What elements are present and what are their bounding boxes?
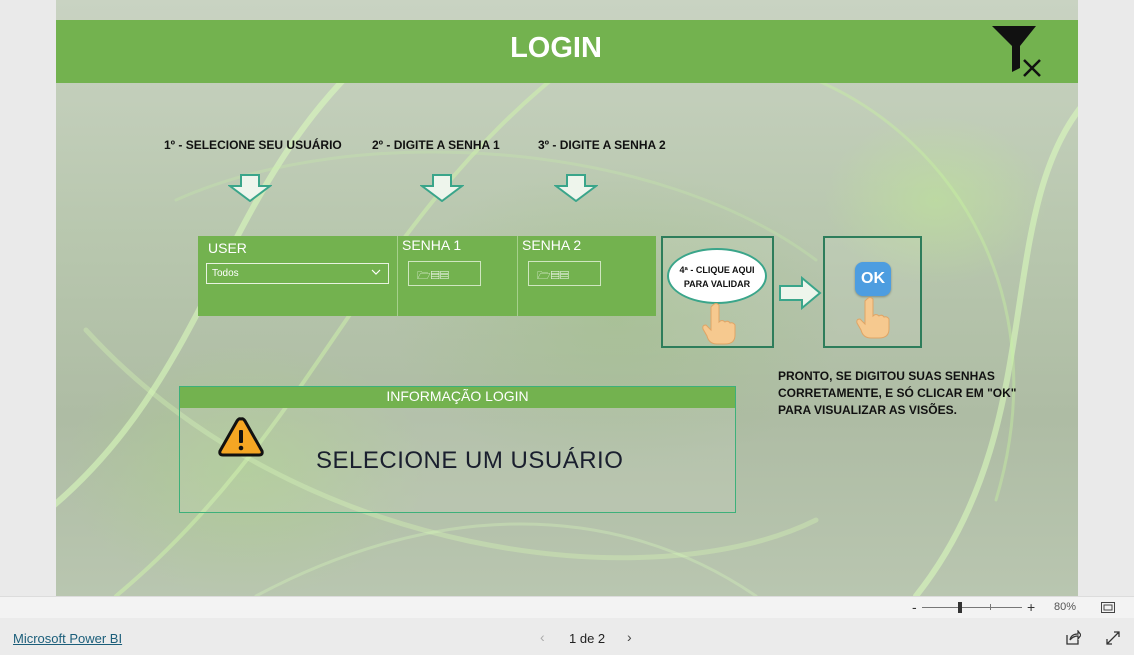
previous-page-button[interactable]: ‹ xyxy=(540,629,545,645)
footer-bar: Microsoft Power BI ‹ 1 de 2 › xyxy=(0,619,1134,655)
power-bi-link[interactable]: Microsoft Power BI xyxy=(13,631,122,646)
next-page-button[interactable]: › xyxy=(627,629,632,645)
ok-button[interactable]: OK xyxy=(855,262,891,296)
validate-box: 4ª - CLIQUE AQUI PARA VALIDAR xyxy=(661,236,774,348)
step2-label: 2º - DIGITE A SENHA 1 xyxy=(372,138,500,152)
zoom-in-button[interactable]: + xyxy=(1027,599,1035,615)
page-title: LOGIN xyxy=(510,32,602,64)
page-indicator: 1 de 2 xyxy=(569,631,606,646)
login-slicer-bar: USER Todos SENHA 1 🗁▤▤ SENHA 2 🗁▤▤ xyxy=(198,236,656,316)
user-slicer: USER Todos xyxy=(198,236,398,316)
login-info-panel: INFORMAÇÃO LOGIN SELECIONE UM USUÁRIO xyxy=(179,386,736,513)
warning-icon xyxy=(218,417,264,457)
ok-box: OK xyxy=(823,236,922,348)
senha1-slicer: SENHA 1 🗁▤▤ xyxy=(398,236,518,316)
report-canvas: LOGIN 1º - SELECIONE SEU USUÁRIO 2º - DI… xyxy=(56,0,1078,596)
zoom-bar: - + 80% xyxy=(0,596,1134,618)
fit-to-page-icon[interactable] xyxy=(1101,602,1115,613)
senha2-input[interactable]: 🗁▤▤ xyxy=(528,261,601,286)
step3-label: 3º - DIGITE A SENHA 2 xyxy=(538,138,666,152)
filter-clear-icon[interactable] xyxy=(992,24,1046,78)
right-arrow-icon xyxy=(779,276,822,310)
zoom-slider-track[interactable] xyxy=(922,607,1022,608)
down-arrow-icon xyxy=(228,174,272,202)
zoom-slider-tick xyxy=(990,604,991,610)
zoom-slider-thumb[interactable] xyxy=(958,602,962,613)
info-panel-header: INFORMAÇÃO LOGIN xyxy=(180,387,735,408)
senha2-slicer-title: SENHA 2 xyxy=(522,237,582,253)
chevron-down-icon xyxy=(371,269,381,275)
senha2-slicer: SENHA 2 🗁▤▤ xyxy=(518,236,656,316)
step1-label: 1º - SELECIONE SEU USUÁRIO xyxy=(164,138,342,152)
info-message: SELECIONE UM USUÁRIO xyxy=(316,447,624,474)
instructions-text: PRONTO, SE DIGITOU SUAS SENHAS CORRETAME… xyxy=(778,369,1017,417)
share-icon[interactable] xyxy=(1066,630,1081,645)
validate-button[interactable]: 4ª - CLIQUE AQUI PARA VALIDAR xyxy=(667,248,767,304)
pointing-hand-icon xyxy=(856,297,890,339)
validate-label-line1: 4ª - CLIQUE AQUI xyxy=(679,265,755,275)
report-viewport: LOGIN 1º - SELECIONE SEU USUÁRIO 2º - DI… xyxy=(0,0,1134,596)
zoom-level: 80% xyxy=(1054,601,1077,613)
page-header: LOGIN xyxy=(56,20,1078,83)
validate-label-line2: PARA VALIDAR xyxy=(683,279,751,289)
senha1-slicer-title: SENHA 1 xyxy=(402,237,462,253)
user-dropdown-value: Todos xyxy=(212,268,239,279)
down-arrow-icon xyxy=(420,174,464,202)
fullscreen-icon[interactable] xyxy=(1106,631,1120,645)
pointing-hand-icon xyxy=(702,303,736,345)
user-dropdown[interactable]: Todos xyxy=(206,263,389,284)
down-arrow-icon xyxy=(554,174,598,202)
senha1-input[interactable]: 🗁▤▤ xyxy=(408,261,481,286)
user-slicer-title: USER xyxy=(208,240,247,256)
zoom-out-button[interactable]: - xyxy=(912,599,917,615)
